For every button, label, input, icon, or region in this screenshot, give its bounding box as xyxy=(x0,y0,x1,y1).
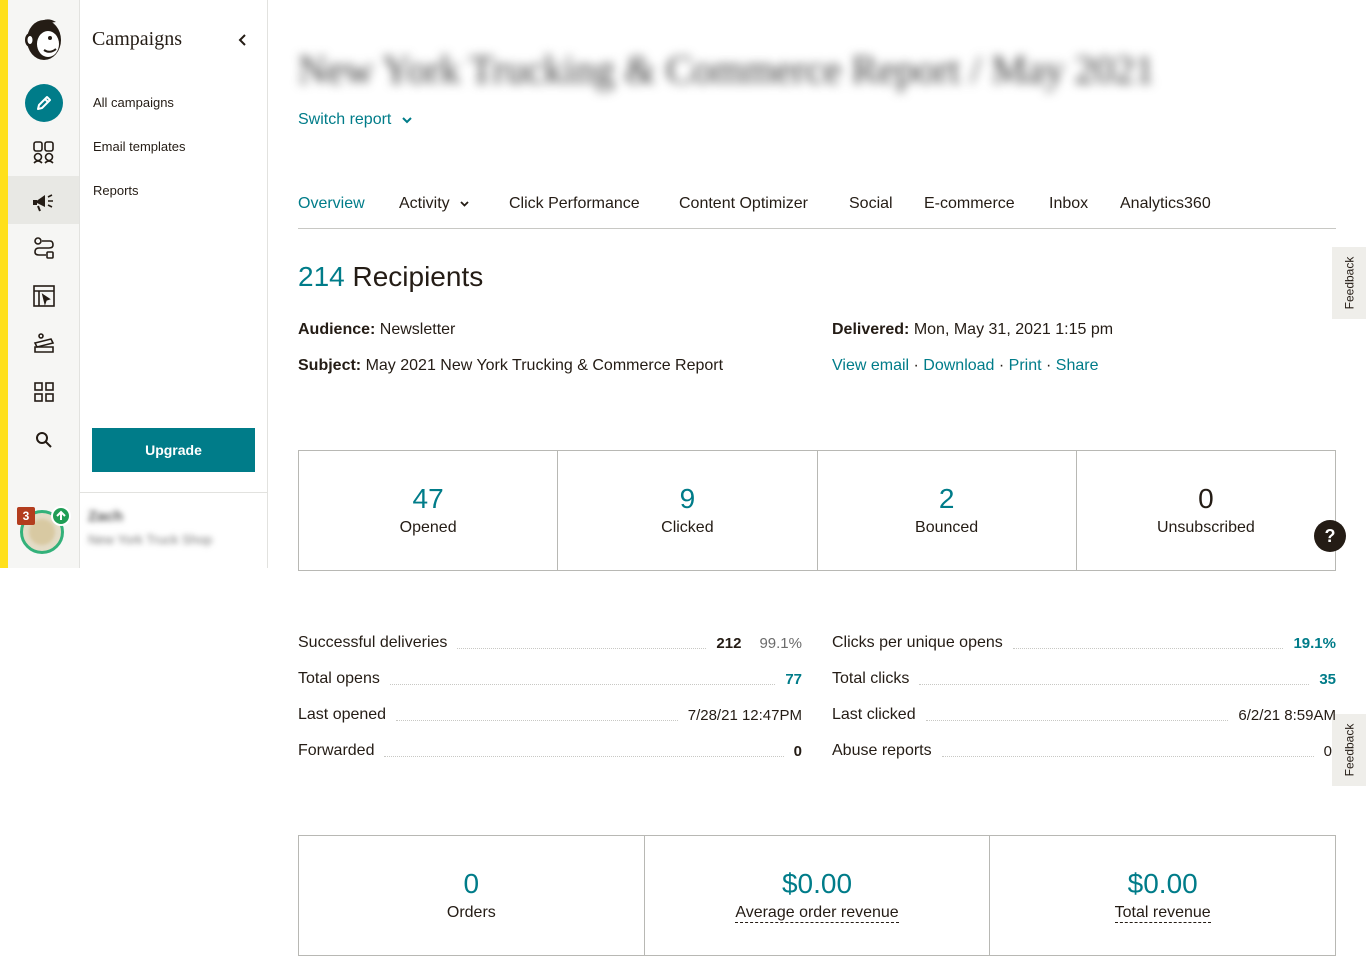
sidebar-title: Campaigns xyxy=(92,28,182,50)
stat-orders: 0 Orders xyxy=(299,836,645,955)
tab-click-performance[interactable]: Click Performance xyxy=(509,195,640,213)
nav-search[interactable] xyxy=(8,416,79,464)
brand-stripe xyxy=(0,0,8,568)
stat-unsubscribed[interactable]: 0 Unsubscribed xyxy=(1077,451,1335,570)
stat-total-revenue: $0.00 Total revenue xyxy=(1114,868,1211,923)
nav-campaigns[interactable] xyxy=(8,176,79,224)
grid-icon xyxy=(33,382,54,402)
freddie-logo-icon[interactable] xyxy=(20,14,68,64)
detail-clicks-per-unique-opens: Clicks per unique opens 19.1% xyxy=(832,634,1336,652)
switch-report-dropdown[interactable]: Switch report xyxy=(298,111,413,129)
sidebar-item-email-templates[interactable]: Email templates xyxy=(93,139,185,154)
sidebar-item-reports[interactable]: Reports xyxy=(93,183,139,198)
print-link[interactable]: Print xyxy=(1009,357,1042,374)
account-name[interactable]: Zach xyxy=(88,508,123,525)
nav-integrations[interactable] xyxy=(8,368,79,416)
tab-overview[interactable]: Overview xyxy=(298,195,365,213)
account-avatar[interactable]: 3 xyxy=(17,506,71,556)
upgrade-button[interactable]: Upgrade xyxy=(92,428,255,472)
collapse-chevron-icon[interactable] xyxy=(234,30,252,50)
detail-total-clicks[interactable]: Total clicks 35 xyxy=(832,668,1336,690)
content-icon xyxy=(33,333,54,353)
pencil-icon xyxy=(37,96,51,110)
stat-bounced[interactable]: 2 Bounced xyxy=(818,451,1077,570)
ecommerce-stats: 0 Orders $0.00 Average order revenue $0.00… xyxy=(298,835,1336,956)
stat-average-order-revenue: $0.00 Average order revenue xyxy=(645,836,991,955)
notification-badge: 3 xyxy=(17,507,35,525)
average-order-revenue-tooltip[interactable]: Average order revenue xyxy=(735,904,899,923)
download-link[interactable]: Download xyxy=(923,357,994,374)
recipients-count: 214 xyxy=(298,261,345,292)
campaigns-sidebar: Campaigns All campaigns Email templates … xyxy=(80,0,268,568)
tab-ecommerce[interactable]: E-commerce xyxy=(924,195,1015,213)
chevron-down-icon xyxy=(460,201,469,207)
sidebar-item-all-campaigns[interactable]: All campaigns xyxy=(93,95,174,110)
upgrade-arrow-icon xyxy=(51,506,71,526)
search-icon xyxy=(35,432,52,448)
subject-line: Subject: May 2021 New York Trucking & Co… xyxy=(298,357,724,374)
feedback-tab[interactable]: Feedback xyxy=(1332,247,1366,319)
engagement-stats: 47 Opened 9 Clicked 2 Bounced 0 Unsubscribed xyxy=(298,450,1336,571)
view-email-link[interactable]: View email xyxy=(832,357,909,374)
help-button[interactable]: ? xyxy=(1314,520,1346,552)
detail-abuse-reports: Abuse reports 0 xyxy=(832,742,1332,760)
email-actions: View email · Download · Print · Share xyxy=(832,357,1099,374)
detail-last-clicked: Last clicked 6/2/21 8:59AM xyxy=(832,706,1336,724)
nav-website[interactable] xyxy=(8,272,79,320)
audience-line: Audience: Newsletter xyxy=(298,321,456,338)
total-revenue-tooltip[interactable]: Total revenue xyxy=(1114,904,1211,923)
report-title: New York Trucking & Commerce Report / Ma… xyxy=(298,47,1155,92)
nav-audience[interactable] xyxy=(8,128,79,176)
switch-report-label: Switch report xyxy=(298,111,392,128)
recipients-label: Recipients xyxy=(352,261,484,292)
detail-forwarded: Forwarded 0 xyxy=(298,742,802,760)
nav-content-studio[interactable] xyxy=(8,320,79,368)
tab-activity[interactable]: Activity xyxy=(399,195,470,213)
delivered-line: Delivered: Mon, May 31, 2021 1:15 pm xyxy=(832,321,1114,338)
automation-icon xyxy=(33,237,54,259)
detail-total-opens[interactable]: Total opens 77 xyxy=(298,668,802,690)
primary-nav-rail: 3 xyxy=(0,0,80,568)
stat-clicked[interactable]: 9 Clicked xyxy=(558,451,818,570)
share-link[interactable]: Share xyxy=(1056,357,1099,374)
recipients-heading: 214 Recipients xyxy=(298,261,483,293)
tab-analytics360[interactable]: Analytics360 xyxy=(1120,195,1211,213)
audience-icon xyxy=(32,141,54,164)
nav-automations[interactable] xyxy=(8,224,79,272)
sidebar-divider xyxy=(80,492,267,493)
feedback-tab-lower[interactable]: Feedback xyxy=(1332,714,1366,786)
detail-last-opened: Last opened 7/28/21 12:47PM xyxy=(298,706,802,724)
tab-content-optimizer[interactable]: Content Optimizer xyxy=(679,195,808,213)
chevron-down-icon xyxy=(402,117,413,124)
tab-social[interactable]: Social xyxy=(849,195,893,213)
account-organization[interactable]: New York Truck Shop xyxy=(88,532,212,547)
create-pencil-button[interactable] xyxy=(25,84,63,122)
report-tabs: Overview Activity Click Performance Cont… xyxy=(298,186,1336,229)
detail-successful-deliveries: Successful deliveries 212 99.1% xyxy=(298,634,802,652)
stat-opened[interactable]: 47 Opened xyxy=(299,451,559,570)
website-icon xyxy=(32,285,55,307)
megaphone-icon xyxy=(32,194,53,212)
tab-inbox[interactable]: Inbox xyxy=(1049,195,1088,213)
